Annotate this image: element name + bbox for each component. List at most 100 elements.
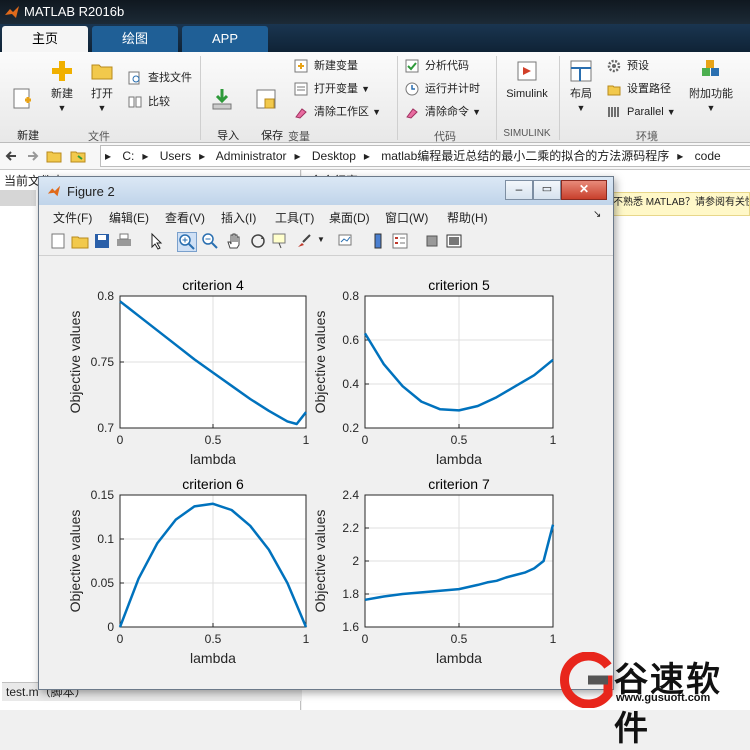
- back-arrow-icon[interactable]: [4, 148, 20, 164]
- tab-plots[interactable]: 绘图: [92, 26, 178, 52]
- path-segment[interactable]: C:: [122, 149, 134, 163]
- clear-commands-button[interactable]: 清除命令 ▼: [405, 102, 481, 122]
- clear-workspace-button[interactable]: 清除工作区 ▼: [294, 102, 381, 122]
- y-tick-label: 0.8: [342, 289, 359, 303]
- address-bar: ▸ C: ▸ Users ▸ Administrator ▸ Desktop ▸ mat…: [0, 143, 750, 170]
- brush-icon[interactable]: [295, 232, 313, 250]
- find-files-icon: [128, 71, 140, 85]
- addons-button[interactable]: 附加功能 ▼: [686, 58, 736, 115]
- minimize-button[interactable]: –: [505, 180, 533, 200]
- simulink-label: Simulink: [506, 88, 548, 100]
- menu-tools[interactable]: 工具(T): [275, 209, 314, 226]
- close-button[interactable]: ✕: [561, 180, 607, 200]
- layout-button[interactable]: 布局 ▼: [563, 58, 599, 115]
- ribbon-separator: [397, 56, 398, 140]
- y-tick-label: 0.1: [97, 532, 114, 546]
- file-row-selected[interactable]: [0, 190, 36, 206]
- forward-arrow-icon[interactable]: [24, 148, 40, 164]
- compare-button[interactable]: 比较: [128, 92, 170, 112]
- new-button[interactable]: 新建 ▼: [44, 58, 80, 115]
- link-plot-icon[interactable]: [337, 232, 355, 250]
- tab-apps[interactable]: APP: [182, 26, 268, 52]
- zoom-out-icon[interactable]: [201, 232, 219, 250]
- menu-insert[interactable]: 插入(I): [221, 209, 256, 226]
- open-button[interactable]: 打开 ▼: [84, 58, 120, 115]
- menu-edit[interactable]: 编辑(E): [109, 209, 149, 226]
- print-icon[interactable]: [115, 232, 133, 250]
- subplot-title: criterion 6: [182, 476, 244, 492]
- y-tick-label: 0.15: [91, 488, 115, 502]
- tab-home[interactable]: 主页: [2, 26, 88, 52]
- plot-area: 0 0.5 1 0.7 0.75 0.8 criterion 4 lambda Objectiv…: [47, 256, 607, 684]
- addons-label: 附加功能: [689, 88, 733, 100]
- hide-plot-tools-icon[interactable]: [423, 232, 441, 250]
- run-and-time-icon: [405, 82, 419, 96]
- simulink-button[interactable]: Simulink: [500, 58, 554, 101]
- compare-label: 比较: [148, 96, 170, 108]
- getting-started-notice[interactable]: 不熟悉 MATLAB？请参阅有关快速入门的资源。: [612, 192, 750, 216]
- y-tick-label: 0.4: [342, 377, 359, 391]
- find-files-button[interactable]: 查找文件: [128, 68, 192, 88]
- save-icon[interactable]: [93, 232, 111, 250]
- x-axis-label: lambda: [436, 451, 482, 467]
- figure-titlebar[interactable]: Figure 2 – ▭ ✕: [39, 177, 613, 205]
- up-folder-icon[interactable]: [46, 148, 62, 164]
- ribbon: 新建 脚本 新建▼ 打开▼ 查找文件 比较 文件 导入 数据 保存 工作区 新建…: [0, 52, 750, 156]
- clear-commands-icon: [406, 108, 418, 119]
- menu-view[interactable]: 查看(V): [165, 209, 205, 226]
- path-segment[interactable]: code: [695, 149, 721, 163]
- zoom-in-icon[interactable]: [177, 232, 197, 252]
- app-titlebar: MATLAB R2016b: [0, 0, 750, 24]
- set-path-button[interactable]: 设置路径: [607, 79, 671, 99]
- layout-label: 布局: [570, 88, 592, 100]
- new-variable-button[interactable]: 新建变量: [294, 56, 358, 76]
- menu-dock-icon[interactable]: ↘: [593, 209, 601, 220]
- path-segment[interactable]: Desktop: [312, 149, 356, 163]
- import-data-icon: [212, 89, 232, 110]
- subplots-canvas[interactable]: 0 0.5 1 0.7 0.75 0.8 criterion 4 lambda Objectiv…: [47, 256, 607, 684]
- x-tick-label: 1: [550, 433, 557, 447]
- y-tick-label: 2.4: [342, 488, 359, 502]
- pan-hand-icon[interactable]: [225, 232, 243, 250]
- figure-matlab-icon: [47, 185, 61, 197]
- path-segment[interactable]: Administrator: [216, 149, 287, 163]
- maximize-button[interactable]: ▭: [533, 180, 561, 200]
- path-segment[interactable]: matlab编程最近总结的最小二乘的拟合的方法源码程序: [381, 149, 669, 163]
- brush-dropdown-icon[interactable]: ▼: [317, 235, 325, 244]
- path-segment[interactable]: Users: [160, 149, 191, 163]
- rotate-3d-icon[interactable]: [249, 232, 267, 250]
- open-variable-label: 打开变量: [314, 83, 358, 95]
- set-path-label: 设置路径: [627, 83, 671, 95]
- menu-desktop[interactable]: 桌面(D): [329, 209, 370, 226]
- new-figure-icon[interactable]: [49, 232, 67, 250]
- group-environment-label: 环境: [636, 131, 658, 143]
- data-cursor-icon[interactable]: [271, 232, 289, 250]
- menu-help[interactable]: 帮助(H): [447, 209, 488, 226]
- run-and-time-button[interactable]: 运行并计时: [405, 79, 480, 99]
- parallel-icon: [608, 107, 619, 117]
- run-and-time-label: 运行并计时: [425, 83, 480, 95]
- analyze-code-button[interactable]: 分析代码: [405, 56, 469, 76]
- maximize-icon: ▭: [541, 183, 553, 195]
- y-tick-label: 0.6: [342, 333, 359, 347]
- watermark-logo: 谷速软件 www.gusuoft.com: [552, 648, 750, 748]
- menu-file[interactable]: 文件(F): [53, 209, 92, 226]
- new-variable-icon: [294, 59, 308, 73]
- parallel-button[interactable]: Parallel ▼: [607, 102, 676, 122]
- menu-window[interactable]: 窗口(W): [385, 209, 428, 226]
- legend-icon[interactable]: [391, 232, 409, 250]
- y-tick-label: 0.8: [97, 289, 114, 303]
- path-field[interactable]: ▸ C: ▸ Users ▸ Administrator ▸ Desktop ▸ mat…: [100, 145, 750, 167]
- y-axis-label: Objective values: [312, 510, 328, 613]
- analyze-code-icon: [405, 59, 419, 73]
- show-plot-tools-icon[interactable]: [445, 232, 463, 250]
- pointer-icon[interactable]: [147, 232, 165, 250]
- preferences-button[interactable]: 预设: [607, 56, 649, 76]
- x-axis-label: lambda: [436, 650, 482, 666]
- subplot-title: criterion 5: [428, 277, 490, 293]
- browse-folder-icon[interactable]: [70, 148, 86, 164]
- clear-commands-label: 清除命令: [425, 106, 469, 118]
- colorbar-icon[interactable]: [369, 232, 387, 250]
- open-variable-button[interactable]: 打开变量 ▼: [294, 79, 370, 99]
- open-file-icon[interactable]: [71, 232, 89, 250]
